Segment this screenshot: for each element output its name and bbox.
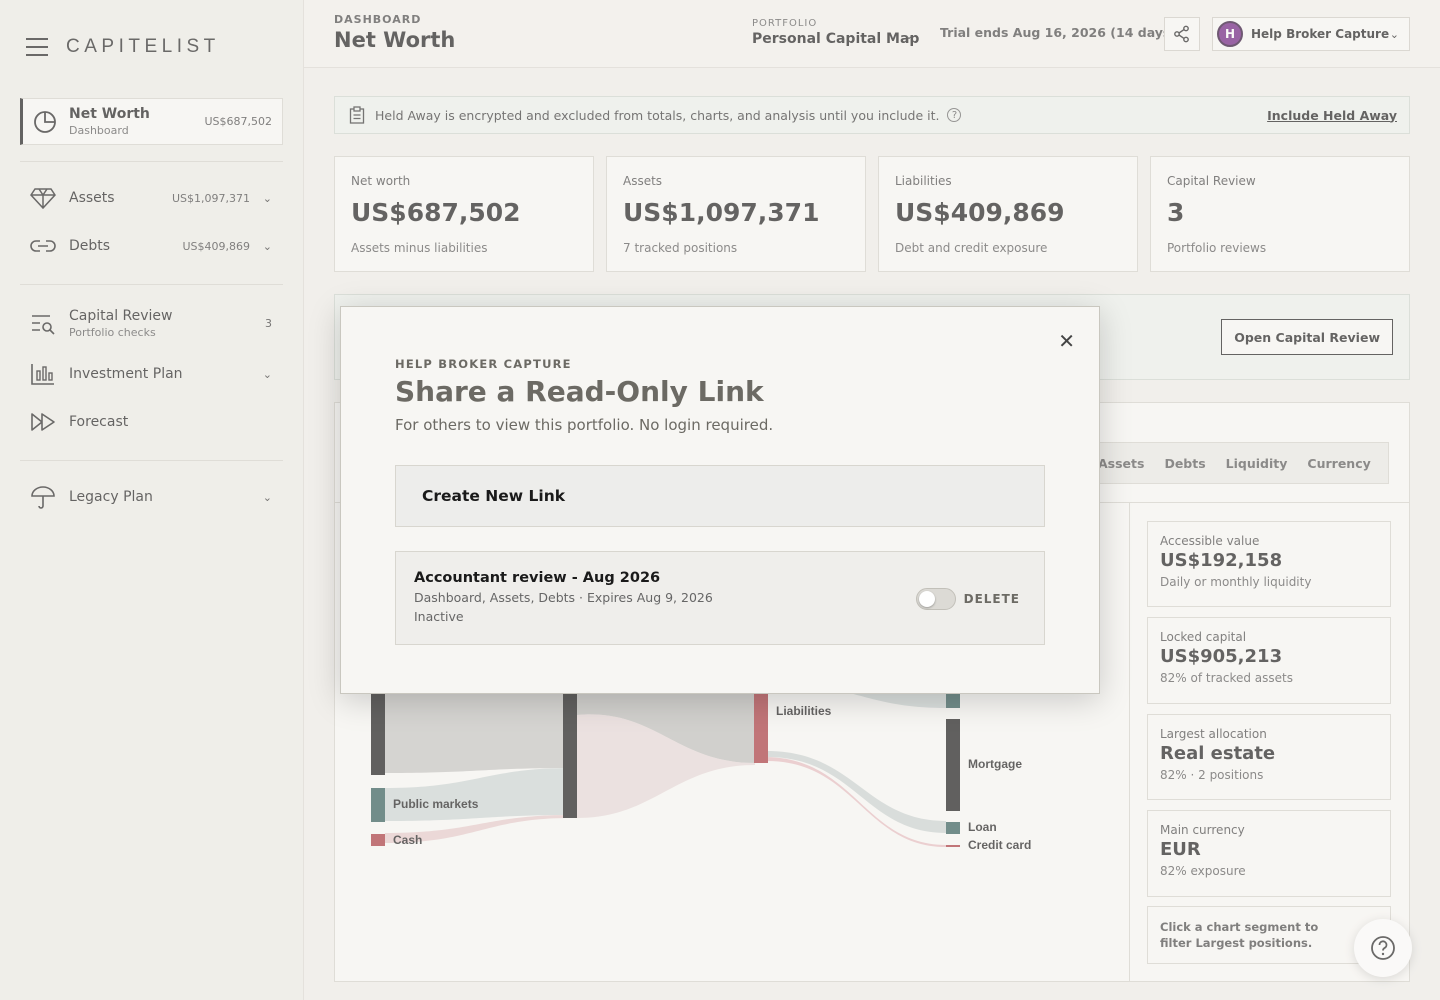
dialog-eyebrow: HELP BROKER CAPTURE (395, 357, 572, 371)
toggle-knob (919, 591, 935, 607)
close-icon[interactable]: ✕ (1058, 329, 1075, 353)
link-name: Accountant review - Aug 2026 (414, 570, 661, 586)
delete-link-button[interactable]: DELETE (964, 592, 1020, 606)
link-status: Inactive (414, 609, 464, 624)
dialog-title: Share a Read-Only Link (395, 375, 764, 408)
shared-link-row: Accountant review - Aug 2026 Dashboard, … (395, 551, 1045, 645)
create-new-link-button[interactable]: Create New Link (395, 465, 1045, 527)
dialog-description: For others to view this portfolio. No lo… (395, 416, 774, 434)
link-active-toggle[interactable] (916, 588, 956, 610)
share-link-dialog: ✕ HELP BROKER CAPTURE Share a Read-Only … (340, 306, 1100, 694)
